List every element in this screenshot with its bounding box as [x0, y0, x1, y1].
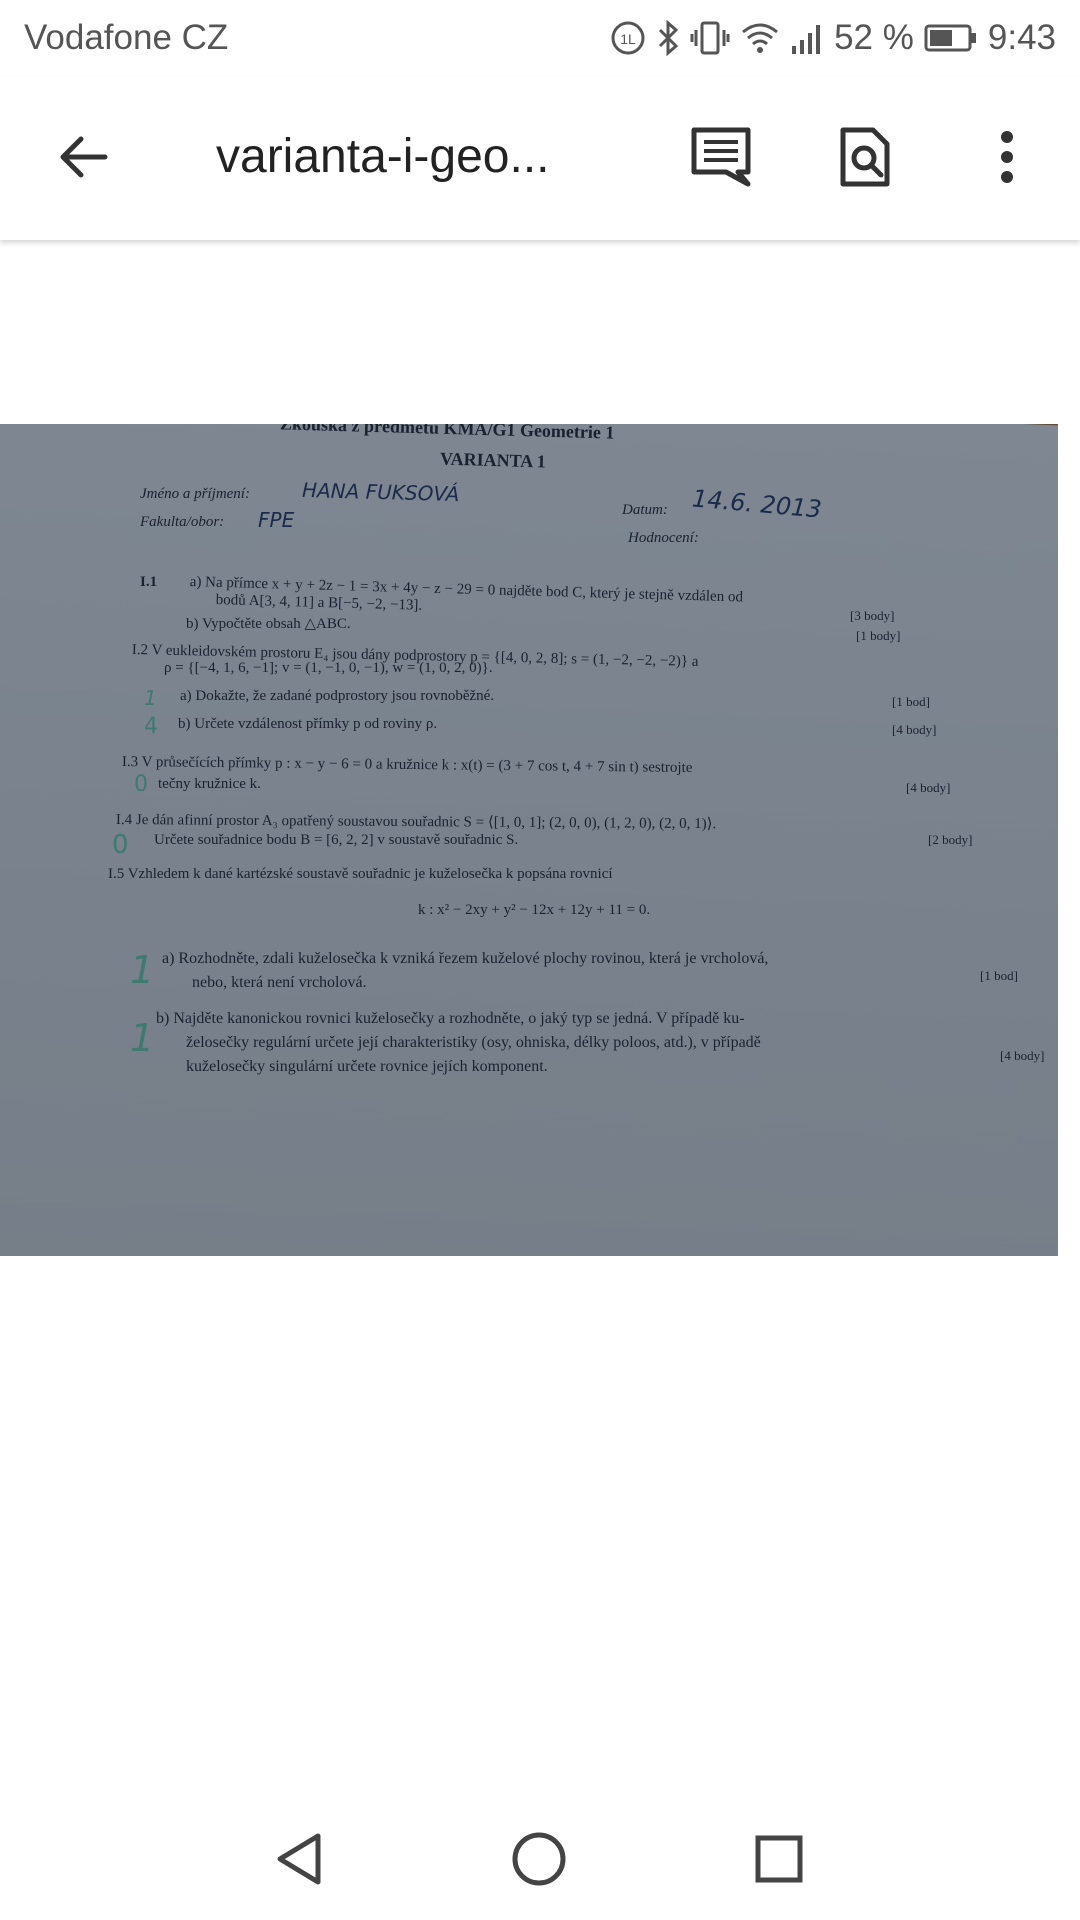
wifi-icon — [740, 20, 780, 56]
q3-line1: I.3 V průsečících přímky p : x − y − 6 =… — [121, 754, 693, 776]
document-photo: Zkouška z předmětu KMA/G1 Geometrie 1 VA… — [0, 424, 1058, 1256]
more-options-button[interactable] — [964, 116, 1050, 202]
carrier-name: Vodafone CZ — [24, 18, 229, 57]
q5-b-grade-mark: 1 — [130, 1016, 155, 1060]
status-icons: 1L 52 % 9:43 — [610, 18, 1056, 58]
name-label: Jméno a příjmení: — [140, 486, 250, 502]
q5-line1: I.5 Vzhledem k dané kartézské soustavě s… — [108, 866, 613, 882]
q2-a-points: [1 bod] — [892, 694, 930, 709]
q2-part-b: b) Určete vzdálenost přímky p od roviny … — [178, 716, 438, 732]
q5-b-points: [4 body] — [1000, 1048, 1045, 1063]
nav-home-button[interactable] — [506, 1828, 572, 1894]
more-vert-icon — [997, 129, 1017, 190]
date-label: Datum: — [622, 502, 668, 518]
q5-part-b-line3: kuželosečky singulární určete rovnice je… — [186, 1058, 548, 1075]
data-saver-icon: 1L — [610, 20, 646, 56]
q5-a-grade-mark: 1 — [130, 948, 155, 992]
q2-part-a: a) Dokažte, že zadané podprostory jsou r… — [180, 688, 495, 704]
q3-points: [4 body] — [906, 780, 951, 795]
q5-part-a: a) Rozhodněte, zdali kuželosečka k vznik… — [162, 950, 769, 967]
exam-header: Zkouška z předmětu KMA/G1 Geometrie 1 — [279, 424, 615, 443]
date-value: 14.6. 2013 — [691, 484, 823, 524]
q4-points: [2 body] — [928, 832, 973, 847]
q5-part-a-line2: nebo, která není vrcholová. — [192, 974, 367, 991]
comments-icon — [690, 126, 752, 193]
recents-square-icon — [754, 1834, 804, 1889]
q1-a-points: [3 body] — [850, 608, 895, 623]
bluetooth-icon — [656, 20, 680, 56]
document-title: varianta-i-geo... — [216, 130, 550, 183]
find-in-page-icon — [837, 126, 893, 193]
q2-b-grade-mark: 4 — [144, 714, 158, 739]
vibrate-icon — [690, 20, 730, 56]
q4-line2: Určete souřadnice bodu B = [6, 2, 2] v s… — [154, 832, 519, 848]
faculty-label: Fakulta/obor: — [140, 514, 225, 530]
battery-icon — [924, 22, 978, 54]
q3-grade-mark: 0 — [134, 772, 148, 797]
name-value: HANA FUKSOVÁ — [301, 477, 460, 507]
q1-number: I.1 — [140, 574, 158, 590]
q5-a-points: [1 bod] — [980, 968, 1018, 983]
q1-part-b: b) Vypočtěte obsah △ABC. — [186, 616, 351, 632]
back-triangle-icon — [274, 1832, 324, 1891]
comments-button[interactable] — [678, 116, 764, 202]
q4-grade-mark: 0 — [112, 830, 129, 860]
q5-equation: k : x² − 2xy + y² − 12x + 12y + 11 = 0. — [418, 902, 651, 918]
find-in-document-button[interactable] — [822, 116, 908, 202]
q2-a-grade-mark: 1 — [144, 686, 157, 710]
nav-recents-button[interactable] — [746, 1828, 812, 1894]
q4-line1: I.4 Je dán afinní prostor A₃ opatřený so… — [115, 811, 717, 833]
exam-variant: VARIANTA 1 — [439, 448, 547, 472]
svg-text:1L: 1L — [620, 31, 636, 47]
score-label: Hodnocení: — [628, 530, 699, 546]
back-arrow-icon — [55, 129, 111, 190]
status-bar: Vodafone CZ 1L 52 % 9:43 — [0, 0, 1080, 76]
exam-sheet-text: Zkouška z předmětu KMA/G1 Geometrie 1 VA… — [0, 424, 1058, 1256]
q5-part-b-line2: želosečky regulární určete její charakte… — [186, 1034, 761, 1051]
battery-percent: 52 % — [834, 18, 914, 57]
q2-b-points: [4 body] — [892, 722, 937, 737]
nav-back-button[interactable] — [266, 1828, 332, 1894]
q2-line2: ρ = {[−4, 1, 6, −1]; v = (1, −1, 0, −1),… — [164, 660, 493, 676]
clock: 9:43 — [987, 18, 1056, 57]
navigation-bar — [0, 1800, 1080, 1920]
faculty-value: FPE — [258, 508, 295, 532]
cell-signal-icon — [790, 20, 824, 56]
home-circle-icon — [511, 1831, 567, 1892]
q5-part-b: b) Najděte kanonickou rovnici kuželosečk… — [156, 1010, 745, 1027]
q3-line2: tečny kružnice k. — [158, 776, 261, 792]
q1-b-points: [1 body] — [856, 628, 901, 643]
back-button[interactable] — [40, 116, 126, 202]
app-bar: varianta-i-geo... — [0, 76, 1080, 240]
